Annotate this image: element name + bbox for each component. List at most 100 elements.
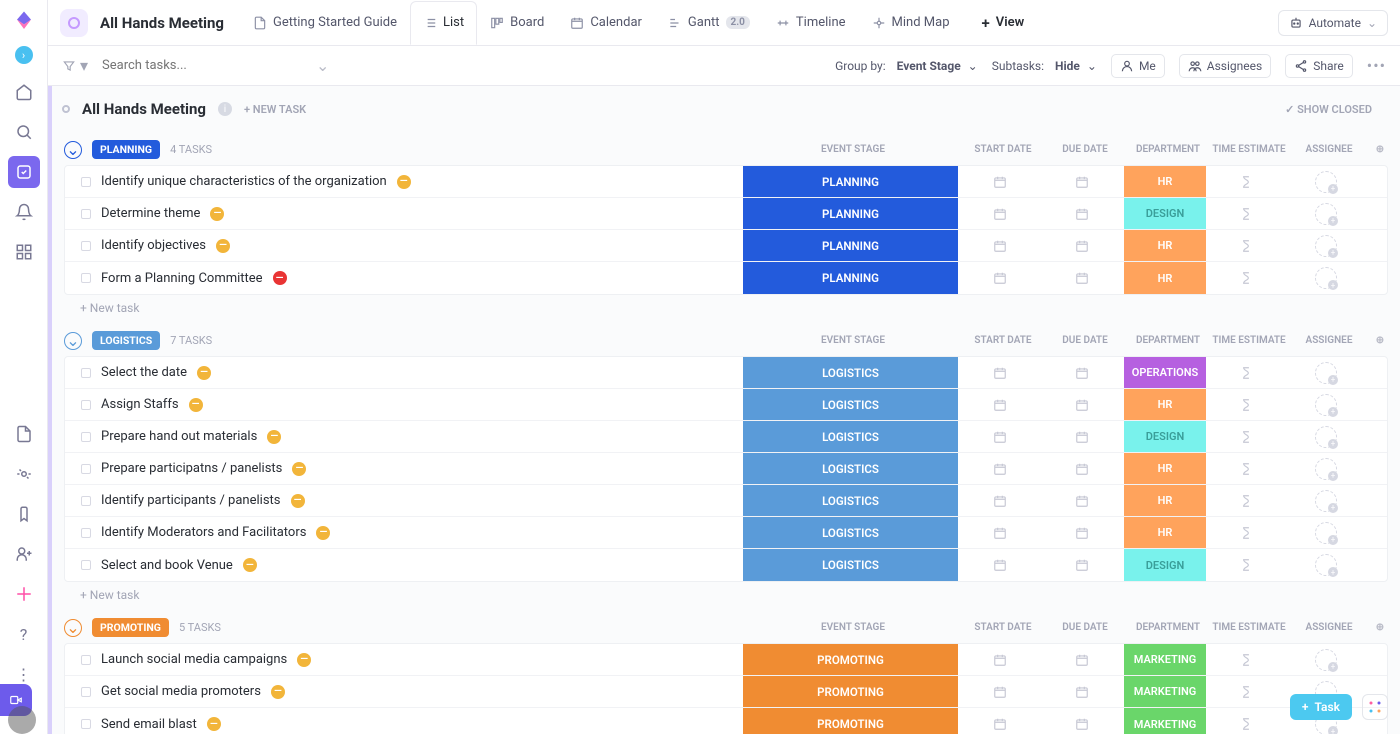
time-estimate-cell[interactable] — [1207, 207, 1285, 221]
more-options-icon[interactable]: ••• — [1367, 56, 1386, 75]
priority-icon[interactable]: — — [216, 239, 230, 253]
tasks-nav-icon[interactable] — [8, 156, 40, 188]
department-cell[interactable]: DESIGN — [1123, 421, 1207, 452]
due-date-cell[interactable] — [1041, 207, 1123, 221]
col-due-date[interactable]: DUE DATE — [1044, 144, 1126, 155]
department-cell[interactable]: HR — [1123, 230, 1207, 261]
assignee-cell[interactable] — [1285, 235, 1367, 257]
due-date-cell[interactable] — [1041, 526, 1123, 540]
status-square-icon[interactable] — [81, 177, 91, 187]
col-time-estimate[interactable]: TIME ESTIMATE — [1210, 335, 1288, 346]
add-view-button[interactable]: +View — [969, 1, 1038, 45]
start-date-cell[interactable] — [959, 717, 1041, 731]
status-square-icon[interactable] — [81, 400, 91, 410]
assignee-cell[interactable] — [1285, 362, 1367, 384]
automate-button[interactable]: Automate ⌄ — [1278, 10, 1388, 36]
department-cell[interactable]: MARKETING — [1123, 708, 1207, 734]
stage-cell[interactable]: PLANNING — [741, 166, 959, 197]
due-date-cell[interactable] — [1041, 462, 1123, 476]
status-square-icon[interactable] — [81, 241, 91, 251]
collapse-icon[interactable]: ⌄ — [64, 619, 82, 637]
view-tab-calendar[interactable]: Calendar — [557, 1, 655, 45]
col-department[interactable]: DEPARTMENT — [1126, 144, 1210, 155]
col-start-date[interactable]: START DATE — [962, 622, 1044, 633]
col-time-estimate[interactable]: TIME ESTIMATE — [1210, 144, 1288, 155]
invite-icon[interactable] — [8, 538, 40, 570]
status-pill[interactable]: LOGISTICS — [92, 331, 160, 350]
time-estimate-cell[interactable] — [1207, 398, 1285, 412]
department-cell[interactable]: DESIGN — [1123, 198, 1207, 229]
assignee-add-icon[interactable] — [1315, 171, 1337, 193]
department-cell[interactable]: MARKETING — [1123, 644, 1207, 675]
task-row[interactable]: Prepare participatns / panelists — LOGIS… — [65, 453, 1387, 485]
due-date-cell[interactable] — [1041, 653, 1123, 667]
col-due-date[interactable]: DUE DATE — [1044, 335, 1126, 346]
time-estimate-cell[interactable] — [1207, 526, 1285, 540]
view-tab-gantt[interactable]: Gantt2.0 — [655, 1, 763, 45]
priority-icon[interactable]: — — [207, 717, 221, 731]
notifications-icon[interactable] — [8, 196, 40, 228]
priority-icon[interactable]: — — [271, 685, 285, 699]
priority-icon[interactable]: — — [243, 558, 257, 572]
department-cell[interactable]: HR — [1123, 389, 1207, 420]
status-square-icon[interactable] — [81, 528, 91, 538]
task-row[interactable]: Send email blast — PROMOTING MARKETING — [65, 708, 1387, 734]
department-cell[interactable]: HR — [1123, 166, 1207, 197]
priority-icon[interactable]: — — [291, 494, 305, 508]
assignee-cell[interactable] — [1285, 554, 1367, 576]
time-estimate-cell[interactable] — [1207, 271, 1285, 285]
department-cell[interactable]: OPERATIONS — [1123, 357, 1207, 388]
goals-icon[interactable] — [8, 498, 40, 530]
assignee-add-icon[interactable] — [1315, 235, 1337, 257]
search-input[interactable] — [102, 58, 302, 73]
time-estimate-cell[interactable] — [1207, 175, 1285, 189]
start-date-cell[interactable] — [959, 366, 1041, 380]
view-tab-mind-map[interactable]: Mind Map — [859, 1, 963, 45]
stage-cell[interactable]: PROMOTING — [741, 676, 959, 707]
col-assignee[interactable]: ASSIGNEE — [1288, 144, 1370, 155]
expand-sidebar-icon[interactable]: › — [15, 46, 33, 64]
department-cell[interactable]: HR — [1123, 485, 1207, 516]
task-row[interactable]: Get social media promoters — PROMOTING M… — [65, 676, 1387, 708]
priority-icon[interactable]: — — [267, 430, 281, 444]
assignee-cell[interactable] — [1285, 394, 1367, 416]
stage-cell[interactable]: LOGISTICS — [741, 485, 959, 516]
assignee-add-icon[interactable] — [1315, 362, 1337, 384]
view-tab-timeline[interactable]: Timeline — [763, 1, 859, 45]
start-date-cell[interactable] — [959, 175, 1041, 189]
priority-icon[interactable]: — — [273, 271, 287, 285]
collapse-icon[interactable]: ⌄ — [64, 141, 82, 159]
task-row[interactable]: Determine theme — PLANNING DESIGN — [65, 198, 1387, 230]
col-start-date[interactable]: START DATE — [962, 335, 1044, 346]
due-date-cell[interactable] — [1041, 717, 1123, 731]
start-date-cell[interactable] — [959, 494, 1041, 508]
stage-cell[interactable]: PLANNING — [741, 230, 959, 261]
share-button[interactable]: Share — [1285, 54, 1353, 78]
task-row[interactable]: Identify participants / panelists — LOGI… — [65, 485, 1387, 517]
stage-cell[interactable]: LOGISTICS — [741, 517, 959, 548]
assignee-cell[interactable] — [1285, 649, 1367, 671]
due-date-cell[interactable] — [1041, 430, 1123, 444]
assignee-cell[interactable] — [1285, 458, 1367, 480]
due-date-cell[interactable] — [1041, 366, 1123, 380]
department-cell[interactable]: HR — [1123, 453, 1207, 484]
status-square-icon[interactable] — [81, 687, 91, 697]
task-row[interactable]: Form a Planning Committee — PLANNING HR — [65, 262, 1387, 294]
col-time-estimate[interactable]: TIME ESTIMATE — [1210, 622, 1288, 633]
create-task-button[interactable]: + Task — [1290, 694, 1352, 720]
due-date-cell[interactable] — [1041, 558, 1123, 572]
task-row[interactable]: Select the date — LOGISTICS OPERATIONS — [65, 357, 1387, 389]
apps-icon[interactable] — [8, 236, 40, 268]
assignee-cell[interactable] — [1285, 426, 1367, 448]
priority-icon[interactable]: — — [292, 462, 306, 476]
status-square-icon[interactable] — [81, 209, 91, 219]
status-square-icon[interactable] — [81, 273, 91, 283]
stage-cell[interactable]: PLANNING — [741, 262, 959, 294]
status-pill[interactable]: PROMOTING — [92, 618, 169, 637]
priority-icon[interactable]: — — [189, 398, 203, 412]
status-square-icon[interactable] — [81, 464, 91, 474]
status-square-icon[interactable] — [81, 368, 91, 378]
assignee-cell[interactable] — [1285, 267, 1367, 289]
start-date-cell[interactable] — [959, 526, 1041, 540]
department-cell[interactable]: HR — [1123, 262, 1207, 294]
